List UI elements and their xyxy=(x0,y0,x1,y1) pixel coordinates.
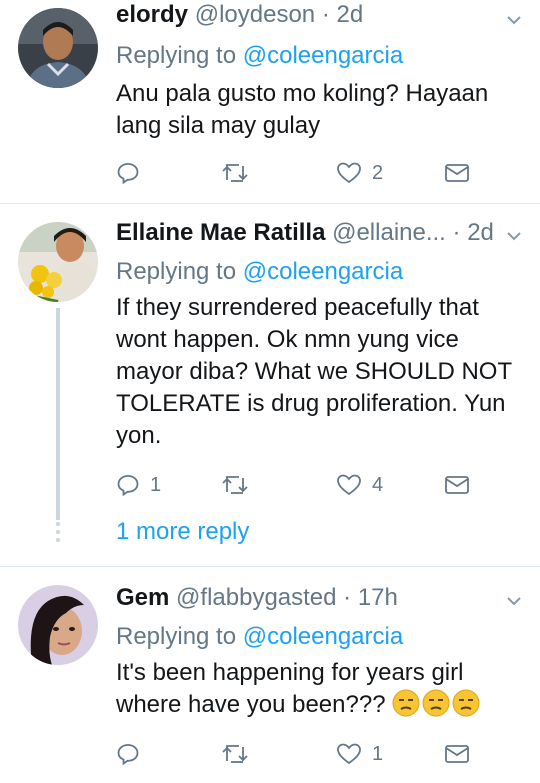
author-name[interactable]: Ellaine Mae Ratilla xyxy=(116,219,325,246)
tweet-2[interactable]: Ellaine Mae Ratilla @ellaine... · 2d Rep… xyxy=(0,204,540,568)
tweet-time[interactable]: · 17h xyxy=(343,584,398,611)
direct-message-button[interactable] xyxy=(444,158,470,188)
tweet-actions: 2 xyxy=(116,158,476,188)
tweet-text: If they surrendered peacefully that wont… xyxy=(116,294,512,449)
reply-button[interactable]: 1 xyxy=(116,470,161,500)
tweet-actions: 1 4 xyxy=(116,470,476,500)
replying-to-mention[interactable]: @coleengarcia xyxy=(243,42,403,69)
tweet-text: It's been happening for years girl where… xyxy=(116,657,496,721)
retweet-icon xyxy=(222,745,248,763)
avatar-gem[interactable] xyxy=(18,585,98,665)
tweet-time[interactable]: · 2d xyxy=(453,219,494,246)
direct-message-button[interactable] xyxy=(444,470,470,500)
tweet-1[interactable]: elordy @loydeson · 2d Replying to @colee… xyxy=(0,0,540,200)
replying-to-label: Replying to xyxy=(116,623,243,650)
like-button[interactable]: 1 xyxy=(336,739,383,769)
chevron-down-icon[interactable] xyxy=(504,10,524,30)
retweet-icon xyxy=(222,164,248,182)
unamused-face-icon xyxy=(392,689,420,717)
author-handle[interactable]: @flabbygasted xyxy=(176,584,336,611)
replying-to: Replying to @coleengarcia xyxy=(116,258,403,286)
retweet-button[interactable] xyxy=(221,470,259,500)
reply-icon xyxy=(117,163,139,185)
mail-icon xyxy=(445,164,469,182)
chevron-down-icon[interactable] xyxy=(504,226,524,246)
author-handle[interactable]: @ellaine... xyxy=(332,219,446,246)
tweet-actions: 1 xyxy=(116,739,476,769)
tweet-3[interactable]: Gem @flabbygasted · 17h Replying to @col… xyxy=(0,567,540,783)
replying-to: Replying to @coleengarcia xyxy=(116,623,403,651)
avatar-ellaine[interactable] xyxy=(18,222,98,302)
like-count: 2 xyxy=(372,161,384,184)
reply-button[interactable] xyxy=(116,739,150,769)
chevron-down-icon[interactable] xyxy=(504,591,524,611)
author-name[interactable]: Gem xyxy=(116,584,169,611)
like-button[interactable]: 2 xyxy=(336,158,383,188)
tweet-header: Gem @flabbygasted · 17h xyxy=(116,583,510,613)
mail-icon xyxy=(445,476,469,494)
thread-dots xyxy=(56,522,60,546)
heart-icon xyxy=(337,474,361,496)
unamused-face-icon xyxy=(422,689,450,717)
more-replies-link[interactable]: 1 more reply xyxy=(116,518,249,546)
unamused-face-icon xyxy=(452,689,480,717)
reply-button[interactable] xyxy=(116,158,150,188)
replying-to-mention[interactable]: @coleengarcia xyxy=(243,258,403,285)
replying-to-label: Replying to xyxy=(116,258,243,285)
thread-line xyxy=(56,308,60,520)
reply-icon xyxy=(117,744,139,766)
tweet-time[interactable]: · 2d xyxy=(322,1,363,28)
retweet-button[interactable] xyxy=(221,158,259,188)
author-handle[interactable]: @loydeson xyxy=(195,1,315,28)
mail-icon xyxy=(445,745,469,763)
retweet-button[interactable] xyxy=(221,739,259,769)
avatar-elordy[interactable] xyxy=(18,8,98,88)
like-count: 1 xyxy=(372,742,384,765)
reply-count: 1 xyxy=(150,473,162,496)
replying-to: Replying to @coleengarcia xyxy=(116,42,403,70)
replying-to-label: Replying to xyxy=(116,42,243,69)
heart-icon xyxy=(337,743,361,765)
tweet-text: Anu pala gusto mo koling? Hayaan lang si… xyxy=(116,80,489,139)
like-button[interactable]: 4 xyxy=(336,470,383,500)
tweet-header: Ellaine Mae Ratilla @ellaine... · 2d xyxy=(116,218,510,248)
retweet-icon xyxy=(222,476,248,494)
replying-to-mention[interactable]: @coleengarcia xyxy=(243,623,403,650)
author-name[interactable]: elordy xyxy=(116,1,188,28)
like-count: 4 xyxy=(372,473,384,496)
tweet-header: elordy @loydeson · 2d xyxy=(116,0,510,30)
direct-message-button[interactable] xyxy=(444,739,470,769)
reply-icon xyxy=(117,475,139,497)
heart-icon xyxy=(337,162,361,184)
